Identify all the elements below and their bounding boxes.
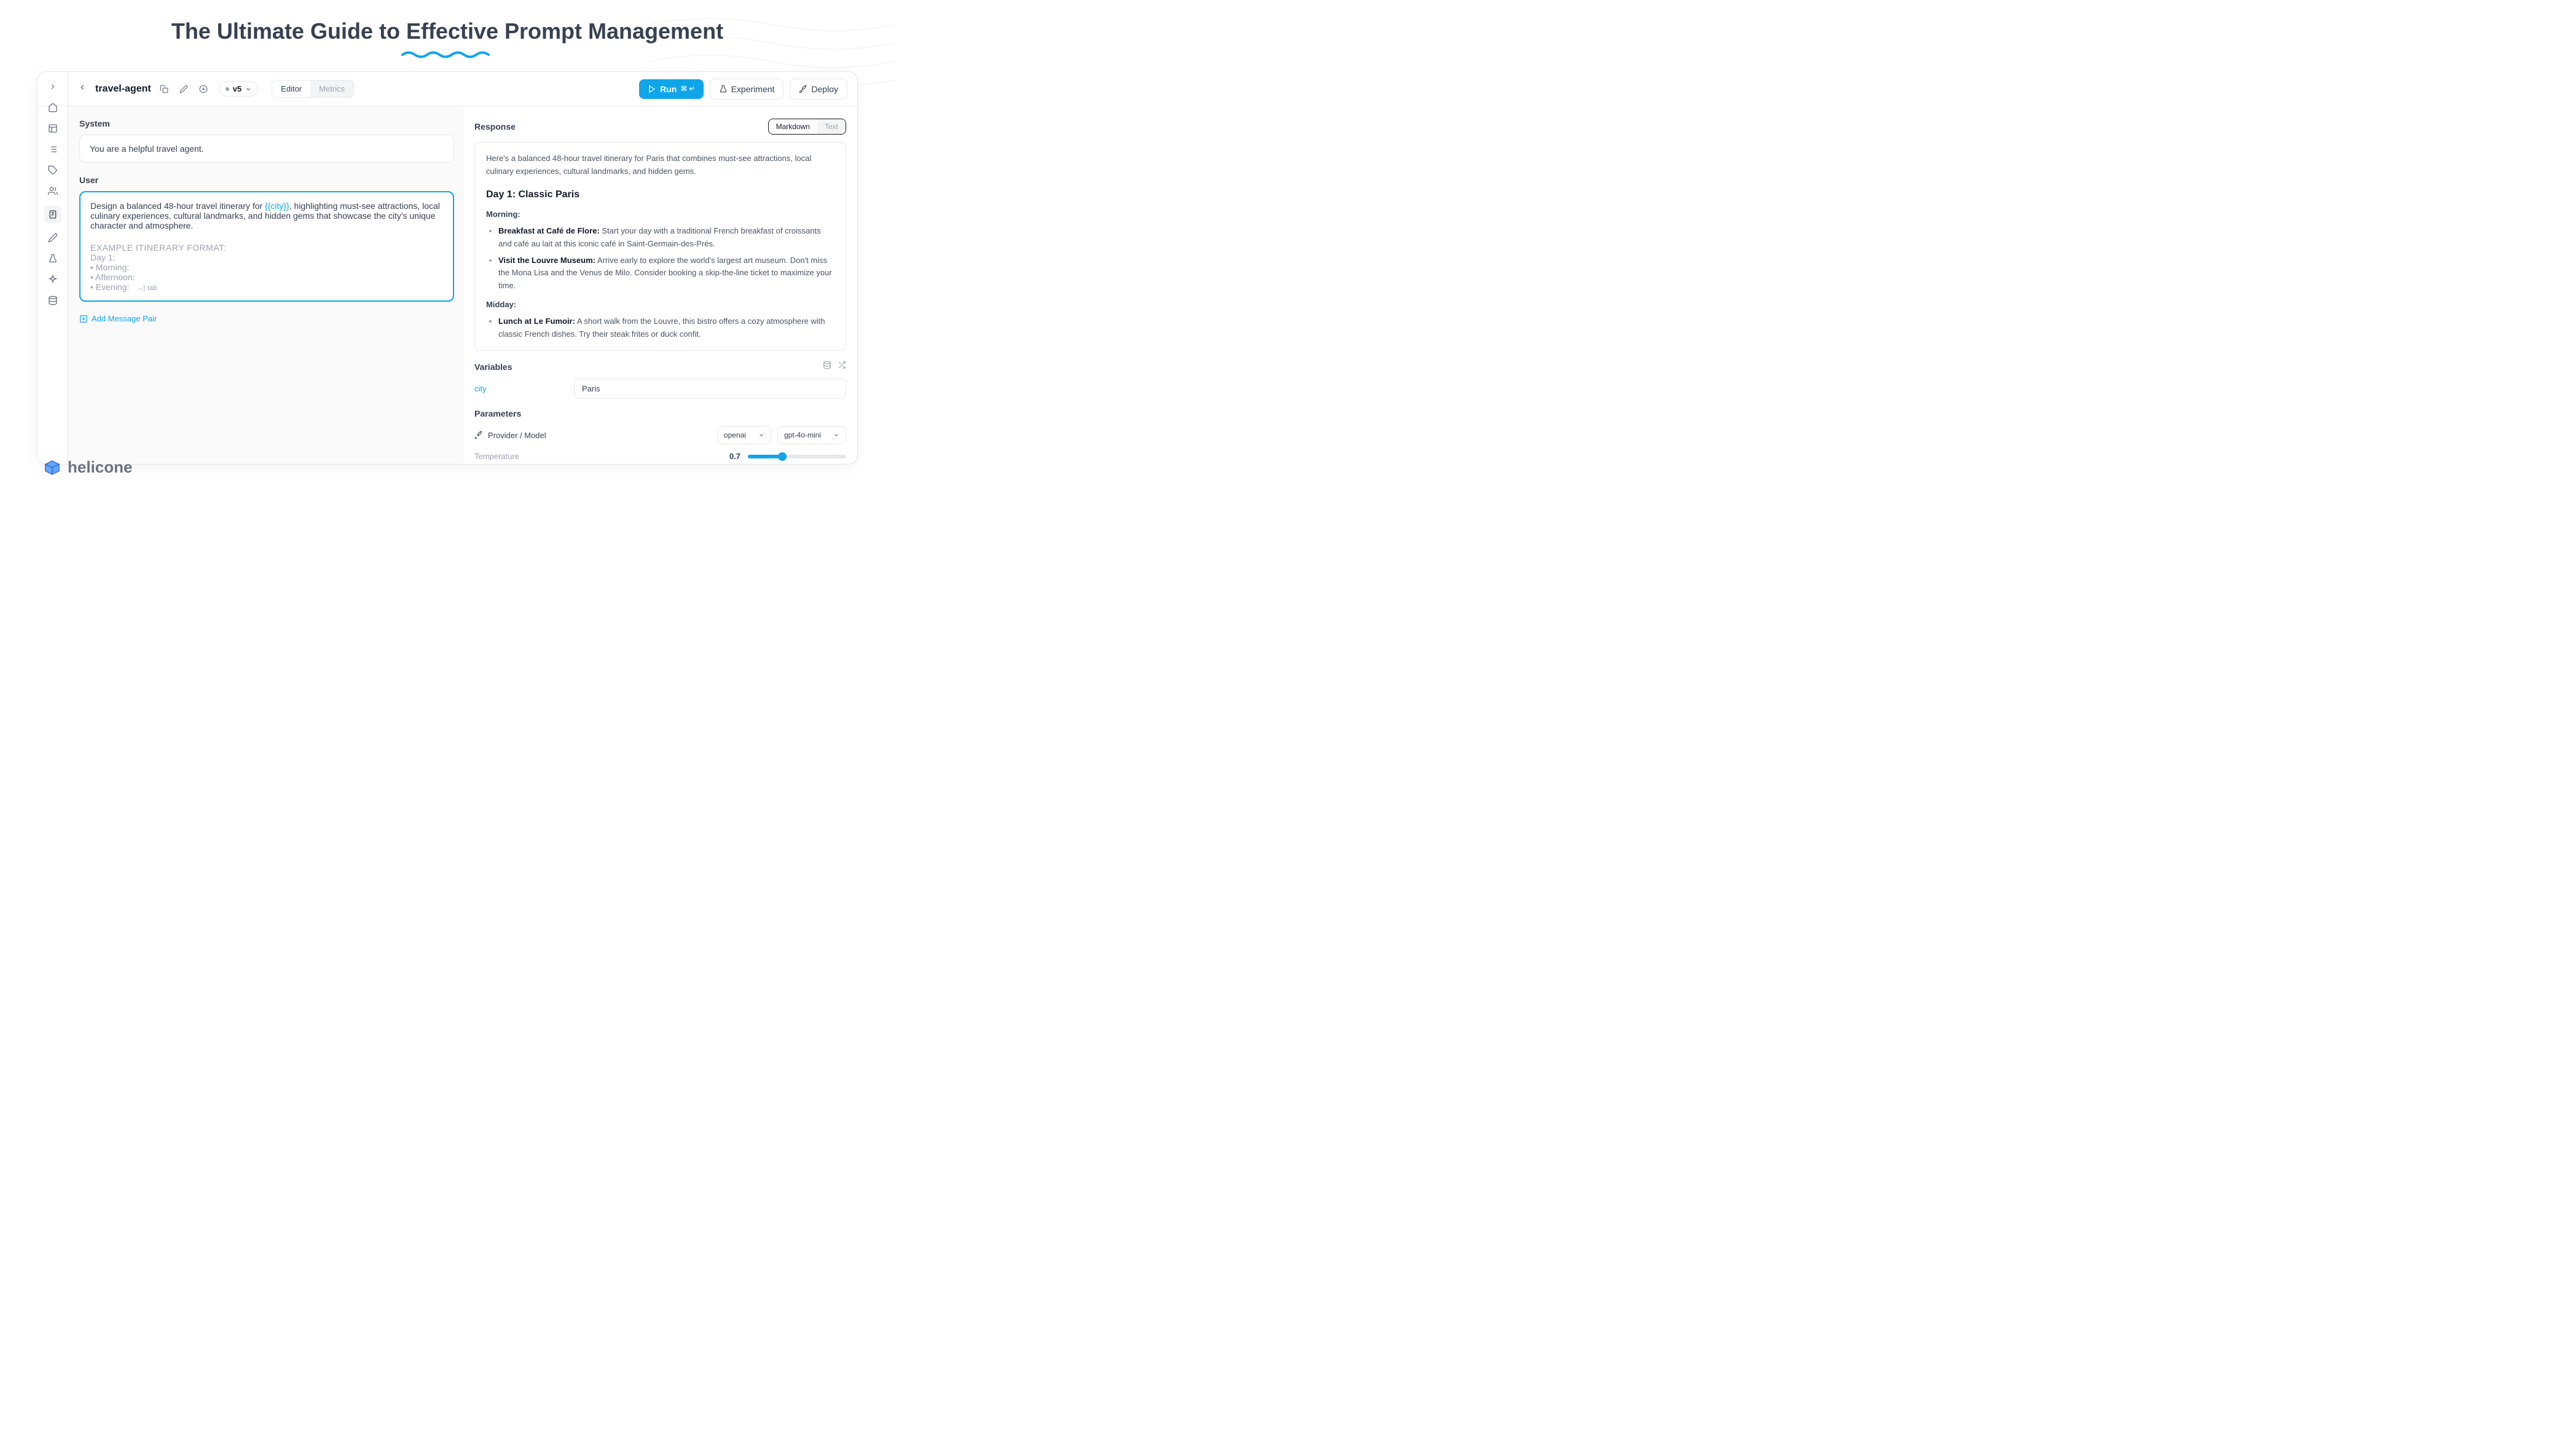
expand-icon[interactable] xyxy=(47,80,59,93)
temperature-label: Temperature xyxy=(474,452,722,461)
example-line: • Morning: xyxy=(90,262,443,272)
sparkle-icon[interactable] xyxy=(47,273,59,286)
app-window: travel-agent v5 Editor Metrics Run ⌘ ↵ E… xyxy=(37,71,858,465)
provider-label: Provider / Model xyxy=(474,431,711,440)
response-label: Response xyxy=(474,122,516,132)
provider-row: Provider / Model openai gpt-4o-mini xyxy=(474,426,846,444)
add-icon[interactable] xyxy=(197,82,210,96)
time-label: Morning: xyxy=(486,208,834,221)
sidebar-rail xyxy=(37,72,68,464)
variable-row: city Paris xyxy=(474,379,846,399)
database-icon[interactable] xyxy=(47,294,59,307)
flask-icon[interactable] xyxy=(47,253,59,265)
list-icon[interactable] xyxy=(47,143,59,155)
clipboard-icon[interactable] xyxy=(44,206,61,223)
view-toggle: Markdown Text xyxy=(768,119,846,135)
brand-name: helicone xyxy=(68,458,132,477)
system-label: System xyxy=(79,119,454,128)
chevron-down-icon xyxy=(245,86,251,92)
squiggle-underline xyxy=(401,50,493,59)
tab-hint: →| tab xyxy=(136,285,157,292)
prompt-name: travel-agent xyxy=(95,84,151,95)
parameters-label: Parameters xyxy=(474,409,846,418)
toggle-markdown[interactable]: Markdown xyxy=(769,119,817,134)
copy-icon[interactable] xyxy=(157,82,171,96)
variable-name: city xyxy=(474,384,567,393)
example-line: Day 1: xyxy=(90,253,443,262)
users-icon[interactable] xyxy=(47,185,59,197)
tab-metrics[interactable]: Metrics xyxy=(310,80,353,97)
example-heading: EXAMPLE ITINERARY FORMAT: xyxy=(90,243,443,253)
temperature-slider[interactable] xyxy=(748,455,846,458)
list-item: Breakfast at Café de Flore: Start your d… xyxy=(498,225,834,251)
deploy-label: Deploy xyxy=(811,84,838,94)
home-icon[interactable] xyxy=(47,101,59,114)
variables-label: Variables xyxy=(474,362,512,372)
variable-token[interactable]: {{city}} xyxy=(265,201,289,211)
plus-square-icon xyxy=(79,315,88,323)
tag-icon[interactable] xyxy=(47,164,59,176)
rocket-icon xyxy=(474,431,483,439)
user-message[interactable]: Design a balanced 48-hour travel itinera… xyxy=(79,191,454,302)
brand-logo: helicone xyxy=(43,458,132,477)
example-line: • Evening: →| tab xyxy=(90,282,443,292)
example-format: EXAMPLE ITINERARY FORMAT: Day 1: • Morni… xyxy=(90,243,443,292)
provider-select[interactable]: openai xyxy=(717,426,771,444)
deploy-button[interactable]: Deploy xyxy=(790,79,847,100)
run-label: Run xyxy=(660,84,677,94)
system-message[interactable]: You are a helpful travel agent. xyxy=(79,135,454,163)
edit-icon[interactable] xyxy=(177,82,190,96)
topbar: travel-agent v5 Editor Metrics Run ⌘ ↵ E… xyxy=(37,72,857,106)
version-label: v5 xyxy=(233,84,242,93)
editor-pane: System You are a helpful travel agent. U… xyxy=(68,106,463,464)
response-intro: Here's a balanced 48-hour travel itinera… xyxy=(486,152,834,178)
pencil-icon[interactable] xyxy=(47,232,59,244)
temperature-value: 0.7 xyxy=(729,452,740,461)
model-select[interactable]: gpt-4o-mini xyxy=(777,426,846,444)
add-message-pair[interactable]: Add Message Pair xyxy=(79,314,454,323)
shuffle-icon[interactable] xyxy=(838,361,846,372)
experiment-button[interactable]: Experiment xyxy=(710,79,784,100)
tab-editor[interactable]: Editor xyxy=(272,80,310,97)
time-label: Midday: xyxy=(486,299,834,312)
list-item: Visit the Louvre Museum: Arrive early to… xyxy=(498,254,834,293)
chevron-down-icon xyxy=(758,432,764,438)
experiment-label: Experiment xyxy=(731,84,775,94)
response-pane: Response Markdown Text Here's a balanced… xyxy=(463,106,857,464)
day-title: Day 1: Classic Paris xyxy=(486,187,834,203)
add-pair-label: Add Message Pair xyxy=(92,314,157,323)
user-label: User xyxy=(79,175,454,185)
table-icon[interactable] xyxy=(47,122,59,135)
flask-icon xyxy=(719,85,728,93)
user-text-pre: Design a balanced 48-hour travel itinera… xyxy=(90,201,265,211)
temperature-row: Temperature 0.7 xyxy=(474,452,846,461)
list-item: Lunch at Le Fumoir: A short walk from th… xyxy=(498,315,834,341)
version-selector[interactable]: v5 xyxy=(219,81,258,96)
tab-group: Editor Metrics xyxy=(272,80,354,98)
page-title: The Ultimate Guide to Effective Prompt M… xyxy=(0,0,895,50)
back-button[interactable] xyxy=(76,80,89,97)
rocket-icon xyxy=(799,85,807,93)
database-icon[interactable] xyxy=(823,361,831,372)
content-area: System You are a helpful travel agent. U… xyxy=(68,106,857,464)
toggle-text[interactable]: Text xyxy=(817,119,846,134)
variable-input[interactable]: Paris xyxy=(574,379,846,399)
helicone-icon xyxy=(43,458,61,477)
example-line: • Afternoon: xyxy=(90,272,443,282)
version-dot xyxy=(226,87,229,91)
run-shortcut: ⌘ ↵ xyxy=(680,85,694,93)
chevron-down-icon xyxy=(833,432,839,438)
response-content: Here's a balanced 48-hour travel itinera… xyxy=(474,142,846,351)
play-icon xyxy=(648,85,656,93)
run-button[interactable]: Run ⌘ ↵ xyxy=(639,79,704,99)
